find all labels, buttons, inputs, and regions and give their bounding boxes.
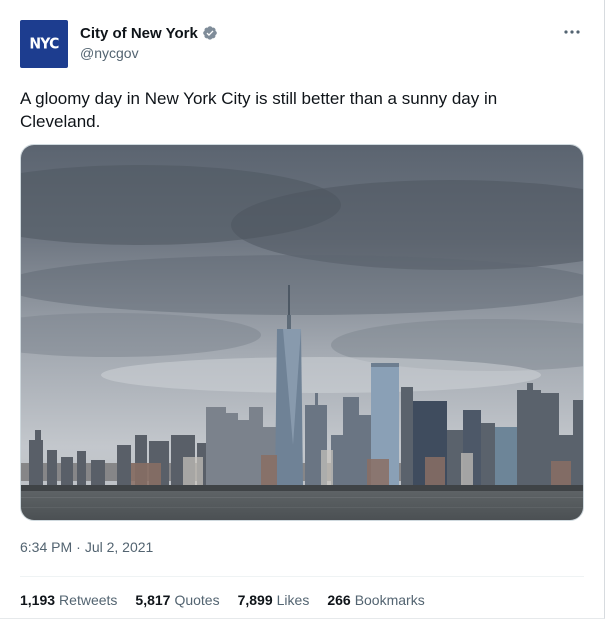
name-row: City of New York — [80, 23, 218, 43]
likes-count: 7,899 — [237, 592, 273, 608]
quotes-stat[interactable]: 5,817 Quotes — [135, 592, 219, 608]
likes-label: Likes — [276, 592, 310, 608]
nyc-skyline-photo — [21, 145, 583, 520]
tweet-text: A gloomy day in New York City is still b… — [20, 89, 498, 131]
tweet-card: NYC City of New York @nycgov A gloomy da… — [0, 0, 605, 619]
account-handle[interactable]: @nycgov — [80, 45, 218, 61]
engagement-stats: 1,193 Retweets 5,817 Quotes 7,899 Likes … — [20, 592, 425, 608]
divider — [20, 576, 584, 577]
author-info: City of New York @nycgov — [80, 23, 218, 61]
tweet-timestamp[interactable]: 6:34 PM · Jul 2, 2021 — [20, 539, 153, 555]
verified-badge-icon[interactable] — [202, 25, 218, 41]
timestamp-separator: · — [76, 539, 81, 555]
likes-stat[interactable]: 7,899 Likes — [238, 592, 310, 608]
retweets-count: 1,193 — [20, 592, 56, 608]
retweets-stat[interactable]: 1,193 Retweets — [20, 592, 117, 608]
retweets-label: Retweets — [59, 592, 118, 608]
bookmarks-stat[interactable]: 266 Bookmarks — [327, 592, 424, 608]
tweet-time: 6:34 PM — [20, 539, 73, 555]
bookmarks-label: Bookmarks — [354, 592, 425, 608]
quotes-count: 5,817 — [135, 592, 171, 608]
avatar[interactable]: NYC — [20, 20, 68, 68]
display-name[interactable]: City of New York — [80, 25, 198, 42]
more-horizontal-icon[interactable] — [560, 22, 584, 42]
avatar-logo-text: NYC — [29, 35, 59, 53]
bookmarks-count: 266 — [327, 592, 351, 608]
tweet-date: Jul 2, 2021 — [84, 539, 154, 555]
quotes-label: Quotes — [174, 592, 220, 608]
tweet-header: NYC City of New York @nycgov — [20, 20, 584, 68]
tweet-photo[interactable] — [20, 144, 584, 521]
